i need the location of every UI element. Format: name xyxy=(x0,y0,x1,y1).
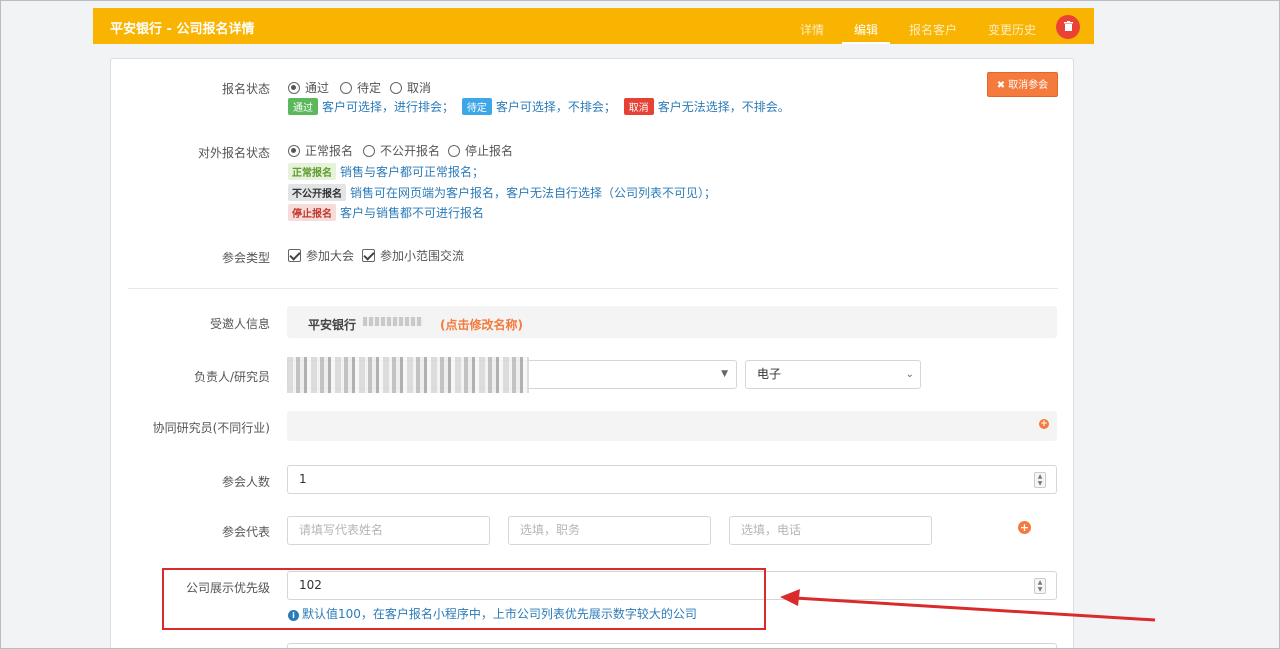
page-title: 平安银行 - 公司报名详情 xyxy=(110,22,255,37)
redacted-owner-names xyxy=(287,357,529,393)
redacted-text xyxy=(363,317,423,326)
invitee-name: 平安银行 xyxy=(308,318,357,332)
industry-select[interactable]: 电子 ⌄ xyxy=(745,360,921,389)
annotation-arrow xyxy=(780,589,1156,622)
tab-change-history[interactable]: 变更历史 xyxy=(988,21,1036,38)
invitee-info-label: 受邀人信息 xyxy=(209,317,270,331)
owner-label: 负责人/研究员 xyxy=(193,370,270,384)
radio-icon-checked xyxy=(288,145,300,157)
checkbox-main-conference[interactable]: 参加大会 xyxy=(288,247,354,264)
status-badge-approved: 通过 xyxy=(288,98,318,115)
checkbox-small-exchange[interactable]: 参加小范围交流 xyxy=(362,247,464,264)
industry-value: 电子 xyxy=(757,367,782,381)
radio-stop-signup[interactable]: 停止报名 xyxy=(448,142,513,159)
delete-button[interactable] xyxy=(1056,15,1080,39)
radio-private-signup[interactable]: 不公开报名 xyxy=(363,142,440,159)
tag-stop-signup: 停止报名 xyxy=(288,204,336,221)
external-legend-private: 不公开报名 销售可在网页端为客户报名，客户无法自行选择（公司列表不可见）； xyxy=(288,184,716,201)
co-researcher-label: 协同研究员(不同行业) xyxy=(152,421,270,435)
trash-icon xyxy=(1063,21,1073,31)
radio-icon-checked xyxy=(288,82,300,94)
signup-status-legend: 通过 客户可选择，进行排会； 待定 客户可选择，不排会； 取消 客户无法选择，不排会。 xyxy=(288,98,790,115)
active-tab-indicator xyxy=(842,42,890,44)
cancel-participation-button[interactable]: ✖ 取消参会 xyxy=(987,72,1058,97)
representative-name-input[interactable]: 请填写代表姓名 xyxy=(287,516,490,545)
cancel-participation-label: 取消参会 xyxy=(1008,80,1049,91)
attendee-count-input[interactable]: 1 ▲ ▼ xyxy=(287,465,1057,494)
radio-approved[interactable]: 通过 xyxy=(288,79,329,96)
chevron-down-icon: ⌄ xyxy=(905,369,914,380)
status-badge-cancelled: 取消 xyxy=(623,98,654,115)
radio-cancelled[interactable]: 取消 xyxy=(390,79,431,96)
co-researcher-box[interactable]: + xyxy=(287,411,1057,441)
radio-icon xyxy=(340,82,352,94)
section-divider xyxy=(128,288,1058,289)
radio-pending[interactable]: 待定 xyxy=(340,79,381,96)
tab-signup-customers[interactable]: 报名客户 xyxy=(909,21,957,38)
edit-name-link[interactable]: (点击修改名称) xyxy=(440,316,523,333)
status-badge-pending: 待定 xyxy=(461,98,492,115)
tag-normal-signup: 正常报名 xyxy=(288,163,336,180)
radio-icon xyxy=(448,145,460,157)
number-stepper-icon[interactable]: ▲ ▼ xyxy=(1034,472,1046,488)
checkbox-checked-icon xyxy=(288,249,301,262)
next-field-input[interactable] xyxy=(287,643,1057,649)
caret-down-icon: ▼ xyxy=(721,369,728,379)
invitee-info-box: 平安银行 (点击修改名称) xyxy=(287,306,1057,338)
tab-edit[interactable]: 编辑 xyxy=(854,21,878,38)
tab-details[interactable]: 详情 xyxy=(800,21,824,38)
attendee-count-value: 1 xyxy=(299,472,307,486)
external-legend-stop: 停止报名 客户与销售都不可进行报名 xyxy=(288,204,484,221)
radio-icon xyxy=(363,145,375,157)
annotation-highlight-box xyxy=(162,568,766,630)
external-status-label: 对外报名状态 xyxy=(197,146,270,160)
signup-status-label: 报名状态 xyxy=(221,82,270,96)
representative-title-input[interactable]: 选填，职务 xyxy=(508,516,711,545)
attendee-count-label: 参会人数 xyxy=(221,475,270,489)
add-co-researcher-icon[interactable]: + xyxy=(1039,419,1049,429)
meeting-type-label: 参会类型 xyxy=(221,251,270,265)
page-header: 平安银行 - 公司报名详情 详情 编辑 报名客户 变更历史 xyxy=(93,8,1094,44)
tag-private-signup: 不公开报名 xyxy=(288,184,346,201)
representative-label: 参会代表 xyxy=(221,525,270,539)
checkbox-checked-icon xyxy=(362,249,375,262)
representative-phone-input[interactable]: 选填，电话 xyxy=(729,516,932,545)
external-legend-normal: 正常报名 销售与客户都可正常报名； xyxy=(288,163,484,180)
radio-normal-signup[interactable]: 正常报名 xyxy=(288,142,353,159)
add-representative-icon[interactable]: + xyxy=(1018,521,1031,534)
close-icon: ✖ xyxy=(996,80,1006,91)
radio-icon xyxy=(390,82,402,94)
